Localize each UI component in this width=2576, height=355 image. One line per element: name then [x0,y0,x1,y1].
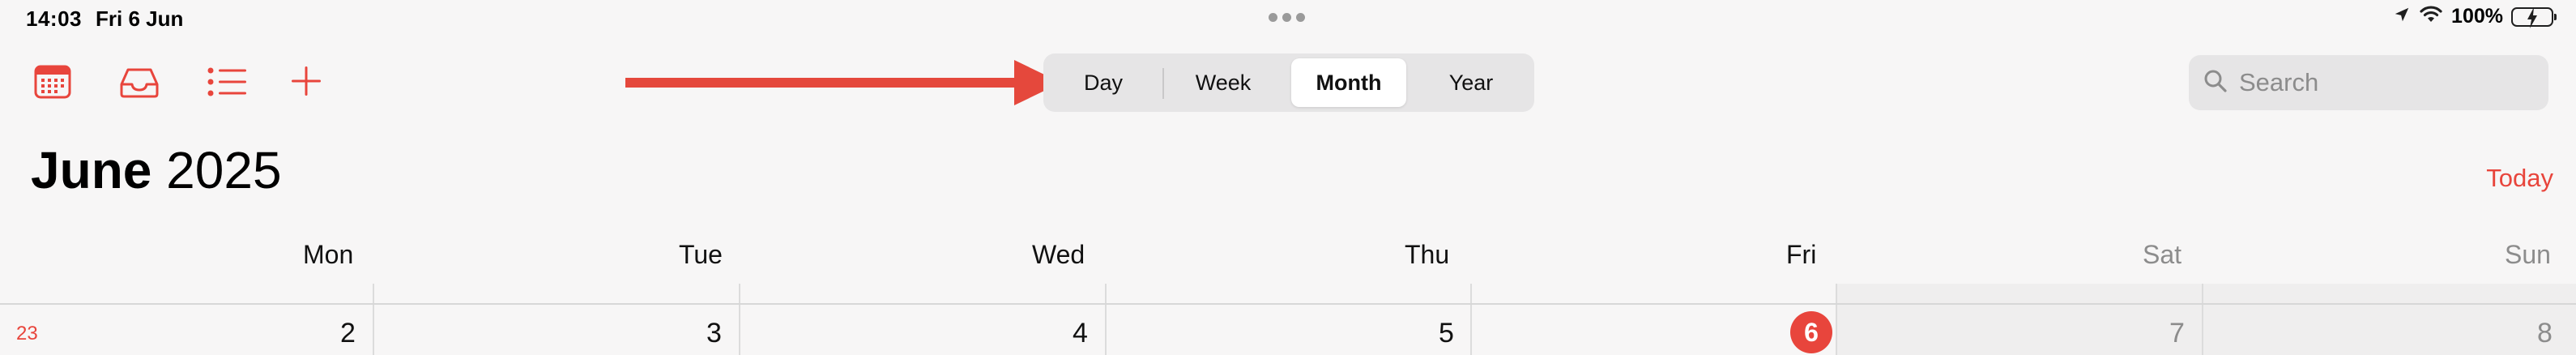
day-cell-sun[interactable]: 8 [2537,318,2553,349]
segment-divider [1162,68,1164,99]
day-cell-wed[interactable]: 4 [1073,318,1088,349]
tab-day[interactable]: Day [1048,58,1158,107]
column-divider [1470,284,1472,355]
day-cell-fri-today[interactable]: 6 [1790,311,1832,353]
wifi-icon [2419,6,2443,28]
battery-charging-icon [2511,6,2557,28]
tab-year[interactable]: Year [1413,58,1529,107]
column-divider [1836,284,1837,355]
inbox-icon[interactable] [118,66,160,99]
today-button[interactable]: Today [2486,164,2553,193]
column-divider [2202,284,2203,355]
status-time: 14:03 [26,6,82,31]
weekday-sat: Sat [2143,240,2182,269]
weekday-mon: Mon [303,240,354,269]
page-title: June 2025 [31,144,282,196]
day-cell-tue[interactable]: 3 [706,318,722,349]
tab-month[interactable]: Month [1291,58,1406,107]
header-divider [0,303,2576,305]
calendar-icon[interactable] [34,63,71,99]
day-cell-sat[interactable]: 7 [2169,318,2185,349]
search-field[interactable] [2189,55,2548,110]
day-cell-mon[interactable]: 2 [340,318,356,349]
weekday-header: Mon Tue Wed Thu Fri Sat Sun [0,233,2576,274]
weekday-fri: Fri [1786,240,1817,269]
weekday-tue: Tue [679,240,723,269]
status-indicators: 100% [2393,5,2557,28]
view-switcher: Day Week Month Year [1043,53,1534,112]
day-cell-thu[interactable]: 5 [1439,318,1454,349]
annotation-arrow [624,53,1061,114]
title-month: June [31,141,152,199]
multitasking-dots-icon[interactable] [1269,13,1305,22]
weekend-background [1836,284,2576,355]
search-icon [2203,69,2228,97]
list-icon[interactable] [207,66,246,97]
week-row: 23 2 3 4 5 6 7 8 [0,284,2576,355]
week-number: 23 [16,323,38,344]
status-date: Fri 6 Jun [96,6,184,31]
status-bar: 14:03 Fri 6 Jun 100% [0,0,2576,39]
weekday-sun: Sun [2505,240,2551,269]
weekday-wed: Wed [1032,240,1085,269]
search-input[interactable] [2239,68,2531,97]
battery-percentage: 100% [2451,5,2503,28]
column-divider [739,284,740,355]
tab-week[interactable]: Week [1166,58,1280,107]
location-icon [2393,6,2411,28]
add-icon[interactable] [290,65,322,97]
weekday-thu: Thu [1405,240,1450,269]
title-year: 2025 [166,141,282,199]
column-divider [1105,284,1107,355]
column-divider [373,284,374,355]
